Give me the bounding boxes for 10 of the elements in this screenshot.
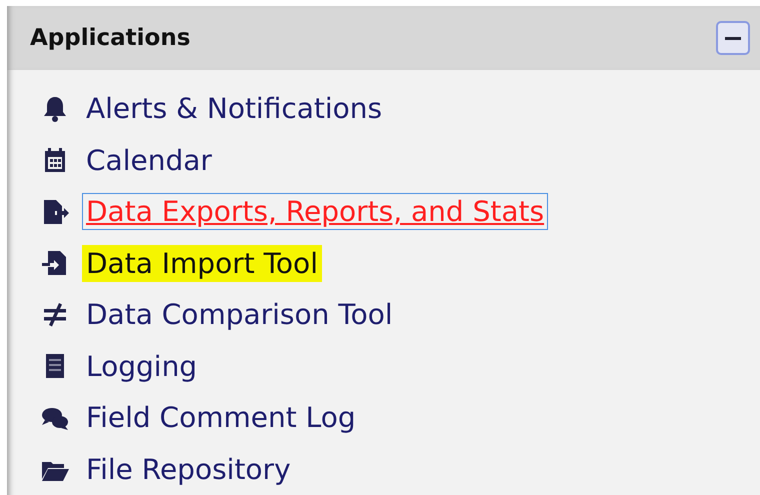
menu-link[interactable]: Data Import Tool [82, 244, 322, 282]
collapse-button[interactable] [716, 21, 750, 55]
menu-link[interactable]: Data Comparison Tool [82, 296, 397, 334]
menu-link[interactable]: Calendar [82, 142, 216, 179]
menu-link[interactable]: Logging [82, 348, 202, 385]
menu-link[interactable]: Alerts & Notifications [82, 90, 386, 128]
minus-icon [725, 36, 741, 40]
menu-link[interactable]: File Repository [82, 450, 295, 488]
menu-link[interactable]: Field Comment Log [82, 399, 360, 436]
panel-title: Applications [30, 25, 190, 51]
